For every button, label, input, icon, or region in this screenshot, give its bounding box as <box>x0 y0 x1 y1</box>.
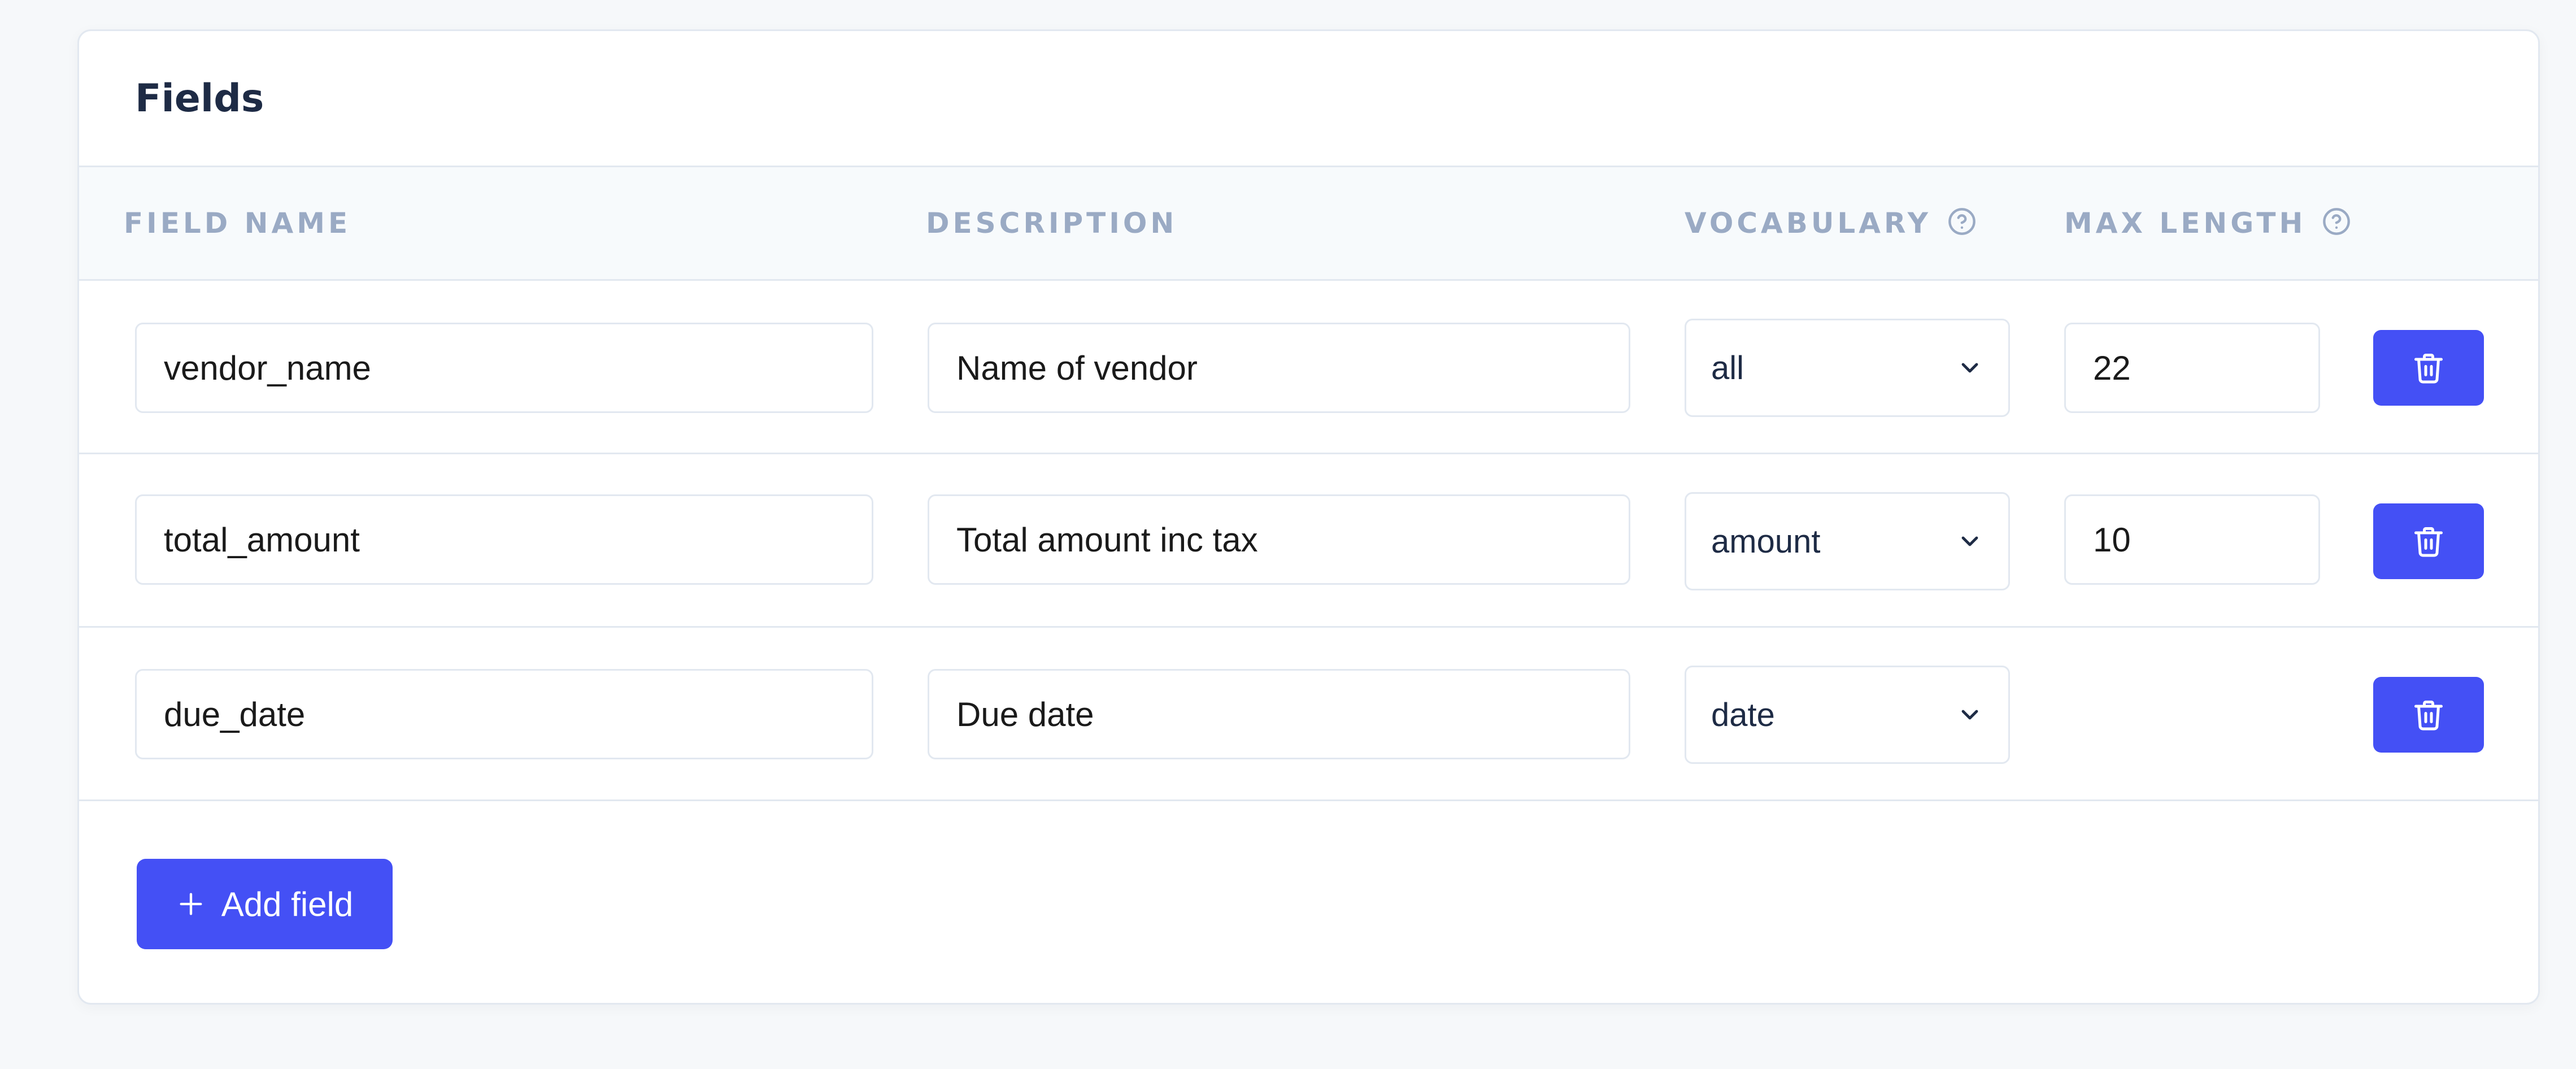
column-header-vocabulary: VOCABULARY <box>1685 167 1977 279</box>
trash-icon <box>2414 701 2443 731</box>
table-row: vendor_name Name of vendor all 22 <box>79 281 2538 454</box>
column-header-label: FIELD NAME <box>124 207 351 240</box>
card-title: Fields <box>135 76 264 121</box>
vocabulary-select[interactable]: all <box>1685 319 2010 417</box>
column-header-label: MAX LENGTH <box>2064 207 2307 240</box>
delete-row-button[interactable] <box>2373 330 2484 406</box>
fields-card: Fields FIELD NAME DESCRIPTION VOCABULARY… <box>77 29 2540 1005</box>
trash-icon <box>2414 527 2443 557</box>
max-length-input[interactable]: 10 <box>2064 494 2320 585</box>
table-row: total_amount Total amount inc tax amount… <box>79 454 2538 628</box>
help-circle-icon[interactable] <box>2322 207 2351 236</box>
column-header-field-name: FIELD NAME <box>124 167 351 279</box>
vocabulary-select-value: all <box>1711 349 1744 386</box>
vocabulary-select[interactable]: amount <box>1685 492 2010 590</box>
vocabulary-select[interactable]: date <box>1685 666 2010 764</box>
trash-icon <box>2414 354 2443 384</box>
column-header-max-length: MAX LENGTH <box>2064 167 2351 279</box>
column-header-description: DESCRIPTION <box>926 167 1177 279</box>
chevron-down-icon <box>1961 363 1978 373</box>
field-name-input[interactable]: due_date <box>135 669 873 759</box>
add-field-label: Add field <box>221 885 354 923</box>
help-circle-icon[interactable] <box>1947 207 1977 236</box>
description-input[interactable]: Name of vendor <box>928 323 1630 413</box>
add-field-button[interactable]: Add field <box>137 859 393 949</box>
field-name-input[interactable]: vendor_name <box>135 323 873 413</box>
chevron-down-icon <box>1961 710 1978 720</box>
vocabulary-select-value: date <box>1711 696 1775 733</box>
table-row: due_date Due date date <box>79 628 2538 801</box>
delete-row-button[interactable] <box>2373 677 2484 753</box>
card-header: Fields <box>79 31 2538 167</box>
vocabulary-select-value: amount <box>1711 523 1821 560</box>
column-header-label: DESCRIPTION <box>926 207 1178 240</box>
column-header-label: VOCABULARY <box>1685 207 1931 240</box>
table-header: FIELD NAME DESCRIPTION VOCABULARY MAX LE… <box>79 167 2538 281</box>
description-input[interactable]: Due date <box>928 669 1630 759</box>
plus-icon <box>180 893 202 915</box>
field-name-input[interactable]: total_amount <box>135 494 873 585</box>
chevron-down-icon <box>1961 536 1978 546</box>
max-length-input[interactable]: 22 <box>2064 323 2320 413</box>
description-input[interactable]: Total amount inc tax <box>928 494 1630 585</box>
delete-row-button[interactable] <box>2373 503 2484 579</box>
